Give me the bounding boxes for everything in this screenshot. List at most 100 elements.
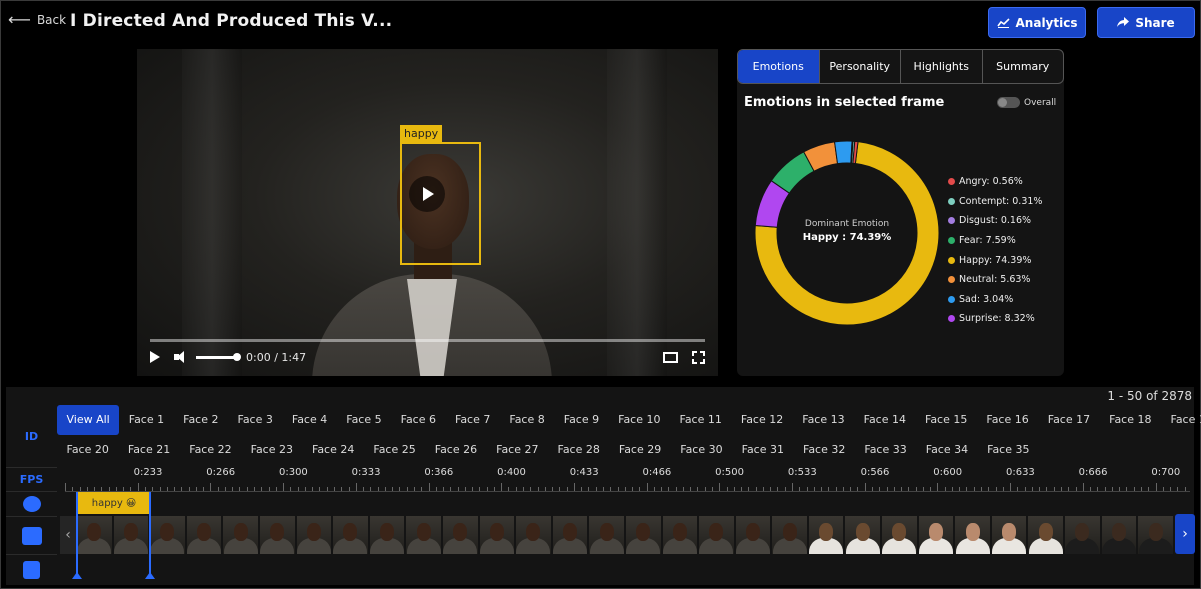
ruler-tick bbox=[595, 487, 597, 491]
emotion-segment-happy[interactable]: happy 😀 bbox=[77, 492, 151, 514]
film-thumbnail[interactable] bbox=[552, 516, 588, 554]
face-tab-face-30[interactable]: Face 30 bbox=[671, 435, 732, 465]
donut-slice-sad[interactable] bbox=[833, 141, 853, 165]
ruler-tick bbox=[784, 487, 786, 491]
filmstrip-prev-button[interactable]: ‹ bbox=[60, 516, 76, 554]
face-tab-face-17[interactable]: Face 17 bbox=[1038, 405, 1099, 435]
film-thumbnail[interactable] bbox=[113, 516, 149, 554]
back-button[interactable]: ⟵ Back bbox=[8, 12, 66, 28]
share-button[interactable]: Share bbox=[1097, 7, 1195, 38]
face-tab-face-11[interactable]: Face 11 bbox=[670, 405, 731, 435]
face-tab-face-24[interactable]: Face 24 bbox=[303, 435, 364, 465]
film-thumbnail[interactable] bbox=[150, 516, 185, 554]
analytics-button[interactable]: Analytics bbox=[988, 7, 1086, 38]
face-tab-face-26[interactable]: Face 26 bbox=[425, 435, 486, 465]
film-thumbnail[interactable] bbox=[1101, 516, 1137, 554]
film-thumbnail[interactable] bbox=[516, 516, 551, 554]
ruler-tick bbox=[755, 487, 757, 491]
face-tab-face-12[interactable]: Face 12 bbox=[731, 405, 792, 435]
ruler-tick bbox=[268, 487, 270, 491]
face-tab-face-5[interactable]: Face 5 bbox=[337, 405, 391, 435]
range-start-marker[interactable] bbox=[72, 492, 82, 579]
range-end-marker[interactable] bbox=[145, 492, 155, 579]
tab-emotions[interactable]: Emotions bbox=[738, 50, 819, 83]
film-thumbnail[interactable] bbox=[772, 516, 807, 554]
tab-personality[interactable]: Personality bbox=[818, 50, 901, 83]
face-tab-face-27[interactable]: Face 27 bbox=[487, 435, 548, 465]
face-tab-face-18[interactable]: Face 18 bbox=[1100, 405, 1161, 435]
timeline-ruler[interactable] bbox=[65, 483, 1190, 492]
face-tab-face-8[interactable]: Face 8 bbox=[500, 405, 554, 435]
film-thumbnail[interactable] bbox=[333, 516, 368, 554]
face-tab-face-21[interactable]: Face 21 bbox=[118, 435, 179, 465]
film-thumbnail[interactable] bbox=[186, 516, 222, 554]
face-tab-face-14[interactable]: Face 14 bbox=[854, 405, 915, 435]
emotion-legend: Angry: 0.56% Contempt: 0.31% Disgust: 0.16… bbox=[948, 172, 1042, 329]
film-thumbnail[interactable] bbox=[625, 516, 661, 554]
film-thumbnail[interactable] bbox=[918, 516, 954, 554]
film-thumbnail[interactable] bbox=[1065, 516, 1100, 554]
face-tab-face-32[interactable]: Face 32 bbox=[794, 435, 855, 465]
view-all-button[interactable]: View All bbox=[57, 405, 120, 435]
film-thumbnail[interactable] bbox=[296, 516, 332, 554]
face-tab-face-23[interactable]: Face 23 bbox=[241, 435, 302, 465]
ruler-tick bbox=[864, 483, 866, 491]
film-thumbnail[interactable] bbox=[662, 516, 698, 554]
captions-icon[interactable] bbox=[663, 351, 678, 363]
play-icon[interactable] bbox=[150, 351, 160, 363]
film-thumbnail[interactable] bbox=[735, 516, 771, 554]
film-thumbnail[interactable] bbox=[369, 516, 405, 554]
face-tab-face-1[interactable]: Face 1 bbox=[119, 405, 173, 435]
face-tab-face-22[interactable]: Face 22 bbox=[180, 435, 241, 465]
filmstrip-next-button[interactable]: › bbox=[1175, 514, 1195, 554]
face-tab-face-20[interactable]: Face 20 bbox=[57, 435, 118, 465]
face-tab-face-15[interactable]: Face 15 bbox=[916, 405, 977, 435]
face-tab-face-3[interactable]: Face 3 bbox=[228, 405, 282, 435]
toggle-switch[interactable] bbox=[997, 97, 1020, 108]
play-overlay-button[interactable] bbox=[409, 176, 445, 212]
face-tab-face-16[interactable]: Face 16 bbox=[977, 405, 1038, 435]
face-tab-face-31[interactable]: Face 31 bbox=[732, 435, 793, 465]
film-thumbnail[interactable] bbox=[845, 516, 881, 554]
volume-icon[interactable] bbox=[174, 351, 188, 363]
transcript-row-icon[interactable] bbox=[6, 554, 57, 584]
tab-highlights[interactable]: Highlights bbox=[900, 50, 982, 83]
film-thumbnail[interactable] bbox=[955, 516, 990, 554]
film-thumbnail[interactable] bbox=[991, 516, 1027, 554]
face-tab-face-9[interactable]: Face 9 bbox=[554, 405, 608, 435]
film-thumbnail[interactable] bbox=[442, 516, 478, 554]
film-thumbnail[interactable] bbox=[699, 516, 734, 554]
face-tab-face-35[interactable]: Face 35 bbox=[978, 435, 1039, 465]
face-tab-face-34[interactable]: Face 34 bbox=[916, 435, 977, 465]
film-thumbnail[interactable] bbox=[808, 516, 844, 554]
face-tab-face-33[interactable]: Face 33 bbox=[855, 435, 916, 465]
video-progress-bar[interactable] bbox=[150, 339, 705, 342]
face-tab-face-25[interactable]: Face 25 bbox=[364, 435, 425, 465]
film-thumbnail[interactable] bbox=[1028, 516, 1064, 554]
face-tab-face-10[interactable]: Face 10 bbox=[609, 405, 670, 435]
emotion-row-icon[interactable] bbox=[6, 491, 57, 515]
film-thumbnail[interactable] bbox=[406, 516, 441, 554]
film-thumbnail[interactable] bbox=[259, 516, 295, 554]
film-thumbnail[interactable] bbox=[1138, 516, 1173, 554]
face-tab-face-19[interactable]: Face 19 bbox=[1161, 405, 1201, 435]
filmstrip-row-icon[interactable] bbox=[6, 516, 57, 554]
face-tab-face-28[interactable]: Face 28 bbox=[548, 435, 609, 465]
face-tab-face-13[interactable]: Face 13 bbox=[793, 405, 854, 435]
face-tab-face-29[interactable]: Face 29 bbox=[609, 435, 670, 465]
fullscreen-icon[interactable] bbox=[692, 350, 705, 364]
film-thumbnail[interactable] bbox=[77, 516, 112, 554]
video-player[interactable]: happy 0:00 / 1:47 bbox=[137, 49, 718, 376]
volume-slider[interactable] bbox=[196, 352, 241, 361]
tab-summary[interactable]: Summary bbox=[981, 50, 1064, 83]
film-thumbnail[interactable] bbox=[479, 516, 515, 554]
face-tab-face-4[interactable]: Face 4 bbox=[282, 405, 336, 435]
overall-toggle[interactable]: Overall bbox=[997, 97, 1056, 108]
face-tab-face-6[interactable]: Face 6 bbox=[391, 405, 445, 435]
face-tab-face-2[interactable]: Face 2 bbox=[174, 405, 228, 435]
filmstrip[interactable] bbox=[77, 516, 1173, 554]
film-thumbnail[interactable] bbox=[882, 516, 917, 554]
film-thumbnail[interactable] bbox=[589, 516, 624, 554]
film-thumbnail[interactable] bbox=[223, 516, 258, 554]
face-tab-face-7[interactable]: Face 7 bbox=[446, 405, 500, 435]
